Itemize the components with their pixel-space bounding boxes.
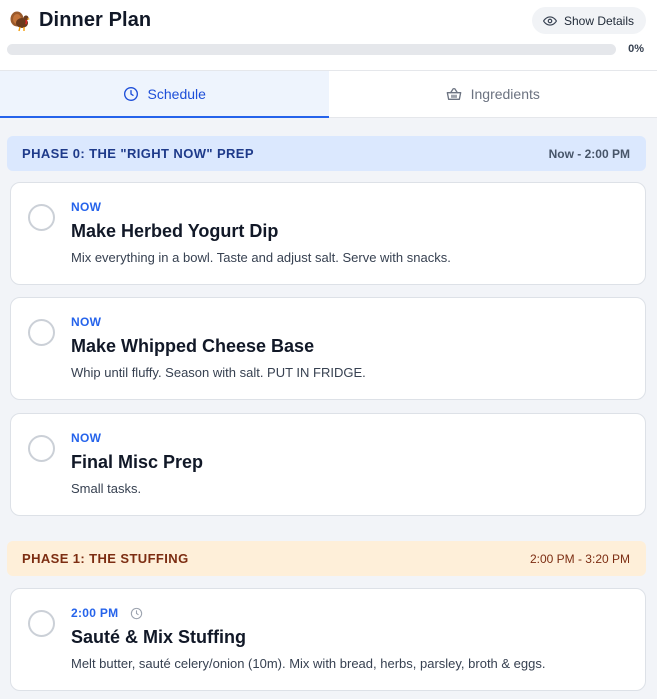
tab-bar: Schedule Ingredients [0,71,657,118]
task-card: NOW Final Misc Prep Small tasks. [10,413,646,516]
task-time: NOW [71,315,102,329]
tab-schedule-label: Schedule [147,86,206,102]
task-time: 2:00 PM [71,606,143,620]
phase-time: Now - 2:00 PM [548,146,630,161]
tab-schedule[interactable]: Schedule [0,71,329,118]
task-checkbox[interactable] [28,435,55,462]
clock-icon [123,87,138,101]
show-details-label: Show Details [563,13,634,28]
app-header: Dinner Plan Show Details 0% [0,0,657,71]
task-title: Make Herbed Yogurt Dip [71,221,279,241]
task-title: Sauté & Mix Stuffing [71,627,246,647]
phase-time: 2:00 PM - 3:20 PM [529,551,630,566]
task-description: Mix everything in a bowl. Taste and adju… [71,250,451,265]
task-description: Melt butter, sauté celery/onion (10m). M… [71,656,546,671]
task-title: Final Misc Prep [71,452,204,472]
title-wrap: Dinner Plan [9,9,151,32]
task-card: NOW Make Whipped Cheese Base Whip until … [10,297,646,400]
task-card: NOW Make Herbed Yogurt Dip Mix everythin… [10,182,646,285]
clock-icon [131,607,143,619]
tab-ingredients[interactable]: Ingredients [329,71,657,117]
progress-bar [7,44,616,55]
progress-percent: 0% [628,43,644,55]
task-time-label: 2:00 PM [71,606,119,620]
task-description: Whip until fluffy. Season with salt. PUT… [71,365,366,380]
turkey-icon [9,10,31,32]
page-title: Dinner Plan [39,9,152,31]
task-time: NOW [71,200,102,214]
phase-title: PHASE 1: THE STUFFING [22,551,189,566]
phase-title: PHASE 0: THE "RIGHT NOW" PREP [22,146,254,161]
eye-icon [542,15,557,26]
basket-icon [446,88,461,100]
tab-ingredients-label: Ingredients [470,86,540,102]
task-time: NOW [71,431,102,445]
task-title: Make Whipped Cheese Base [71,336,315,356]
show-details-button[interactable]: Show Details [531,7,646,34]
task-checkbox[interactable] [28,610,55,637]
phase-header-1: PHASE 1: THE STUFFING 2:00 PM - 3:20 PM [7,541,646,576]
task-description: Small tasks. [71,481,142,496]
task-checkbox[interactable] [28,204,55,231]
task-card: 2:00 PM Sauté & Mix Stuffing Melt butter… [10,588,646,691]
phase-header-0: PHASE 0: THE "RIGHT NOW" PREP Now - 2:00… [7,136,646,171]
task-checkbox[interactable] [28,319,55,346]
